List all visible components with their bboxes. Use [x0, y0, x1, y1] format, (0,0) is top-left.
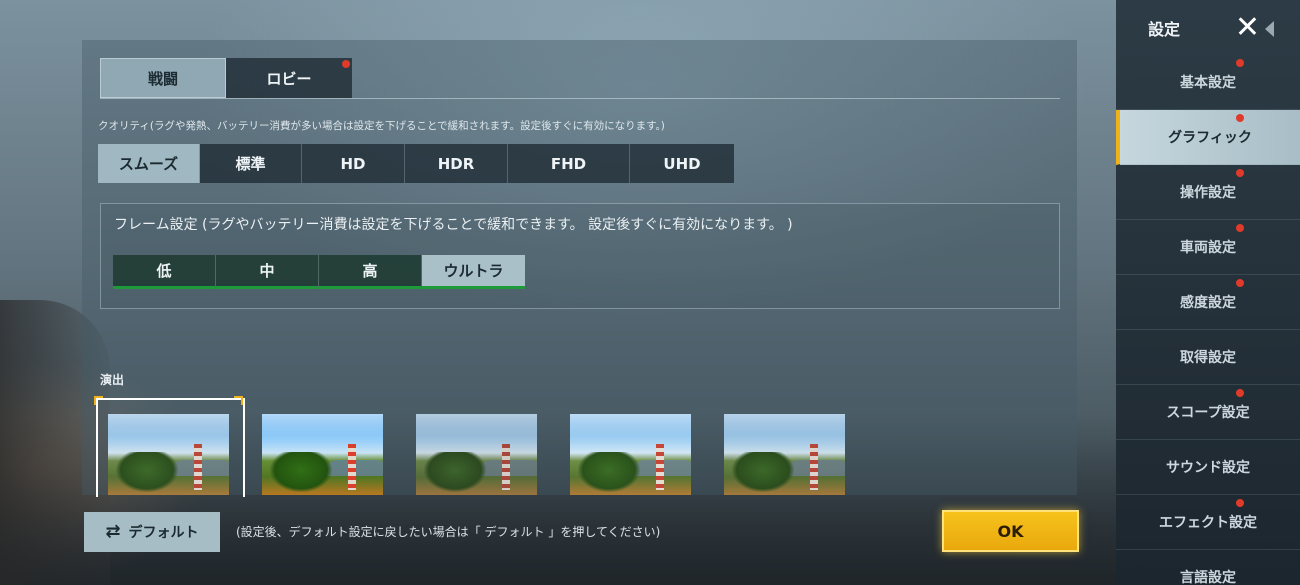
notification-dot [1236, 279, 1244, 287]
tab-lobby[interactable]: ロビー [226, 58, 352, 98]
quality-options: スムーズ 標準 HD HDR FHD UHD [98, 144, 734, 183]
effect-thumbnail-5[interactable] [724, 414, 845, 495]
notification-dot [1236, 169, 1244, 177]
sidebar-item-label: 基本設定 [1180, 75, 1236, 91]
effect-preview-image [570, 414, 691, 495]
frame-option-medium[interactable]: 中 [216, 255, 319, 289]
quality-option-standard[interactable]: 標準 [200, 144, 302, 183]
sidebar-item-label: エフェクト設定 [1159, 515, 1257, 531]
sidebar-menu: 基本設定 グラフィック 操作設定 車両設定 感度設定 取得設定 スコープ設定 サ… [1116, 55, 1300, 585]
selection-corner-left [94, 396, 103, 405]
frame-option-low[interactable]: 低 [113, 255, 216, 289]
effects-label: 演出 [100, 373, 125, 387]
mode-tabs: 戦闘 ロビー [100, 58, 352, 98]
close-icon[interactable]: ✕ [1235, 12, 1274, 43]
sidebar-item-graphics[interactable]: グラフィック [1116, 110, 1300, 165]
notification-dot [1236, 59, 1244, 67]
sidebar-item-pickup[interactable]: 取得設定 [1116, 330, 1300, 385]
default-button[interactable]: ⇄ デフォルト [84, 512, 220, 552]
sidebar-item-label: スコープ設定 [1166, 405, 1250, 421]
notification-dot [1236, 499, 1244, 507]
notification-dot [342, 60, 350, 68]
sidebar-item-effects[interactable]: エフェクト設定 [1116, 495, 1300, 550]
sidebar-item-sound[interactable]: サウンド設定 [1116, 440, 1300, 495]
tab-lobby-label: ロビー [266, 69, 312, 88]
ok-button[interactable]: OK [942, 510, 1079, 552]
effect-preview-image [262, 414, 383, 495]
sidebar-item-controls[interactable]: 操作設定 [1116, 165, 1300, 220]
selection-corner-right [234, 396, 243, 405]
notification-dot [1236, 389, 1244, 397]
effect-thumbnail-1[interactable] [94, 396, 245, 497]
sidebar-item-label: 操作設定 [1180, 185, 1236, 201]
quality-option-fhd[interactable]: FHD [508, 144, 630, 183]
sidebar-item-label: グラフィック [1168, 130, 1252, 146]
frame-note: フレーム設定 (ラグやバッテリー消費は設定を下げることで緩和できます。 設定後す… [114, 217, 793, 233]
frame-settings-box: フレーム設定 (ラグやバッテリー消費は設定を下げることで緩和できます。 設定後す… [100, 203, 1060, 309]
frame-option-high[interactable]: 高 [319, 255, 422, 289]
settings-sidebar: 設定 ✕ 基本設定 グラフィック 操作設定 車両設定 感度設定 取得設定 スコー… [1116, 0, 1300, 585]
sidebar-item-label: 車両設定 [1180, 240, 1236, 256]
sidebar-header: 設定 ✕ [1116, 0, 1300, 55]
sidebar-item-label: サウンド設定 [1166, 460, 1250, 476]
sidebar-item-label: 感度設定 [1180, 295, 1236, 311]
collapse-arrow-icon [1265, 20, 1274, 37]
swap-icon: ⇄ [105, 521, 121, 542]
quality-option-hdr[interactable]: HDR [405, 144, 508, 183]
quality-option-uhd[interactable]: UHD [630, 144, 734, 183]
quality-option-hd[interactable]: HD [302, 144, 405, 183]
notification-dot [1236, 114, 1244, 122]
effect-thumbnail-3[interactable] [416, 414, 537, 495]
tabs-divider [100, 98, 1060, 99]
notification-dot [1236, 224, 1244, 232]
tab-battle-label: 戦闘 [147, 69, 178, 88]
default-button-label: デフォルト [128, 525, 199, 541]
tab-battle[interactable]: 戦闘 [100, 58, 226, 98]
sidebar-title: 設定 [1148, 19, 1181, 39]
sidebar-item-basic[interactable]: 基本設定 [1116, 55, 1300, 110]
sidebar-item-sensitivity[interactable]: 感度設定 [1116, 275, 1300, 330]
quality-note: クオリティ(ラグや発熱、バッテリー消費が多い場合は設定を下げることで緩和されます… [98, 120, 665, 132]
effect-thumbnail-2[interactable] [262, 414, 383, 495]
default-note: (設定後、デフォルト設定に戻したい場合は「 デフォルト 」を押してください) [236, 525, 661, 539]
effects-thumbnails [94, 396, 845, 497]
effect-thumbnail-4[interactable] [570, 414, 691, 495]
settings-panel: 戦闘 ロビー クオリティ(ラグや発熱、バッテリー消費が多い場合は設定を下げること… [82, 40, 1077, 497]
frame-options: 低 中 高 ウルトラ [113, 255, 525, 289]
sidebar-item-label: 言語設定 [1180, 570, 1236, 585]
effect-preview-image [108, 414, 229, 495]
sidebar-item-scope[interactable]: スコープ設定 [1116, 385, 1300, 440]
sidebar-item-vehicle[interactable]: 車両設定 [1116, 220, 1300, 275]
frame-option-ultra[interactable]: ウルトラ [422, 255, 525, 289]
quality-option-smooth[interactable]: スムーズ [98, 144, 200, 183]
effect-preview-image [724, 414, 845, 495]
effect-preview-image [416, 414, 537, 495]
sidebar-item-label: 取得設定 [1180, 350, 1236, 366]
sidebar-item-language[interactable]: 言語設定 [1116, 550, 1300, 585]
